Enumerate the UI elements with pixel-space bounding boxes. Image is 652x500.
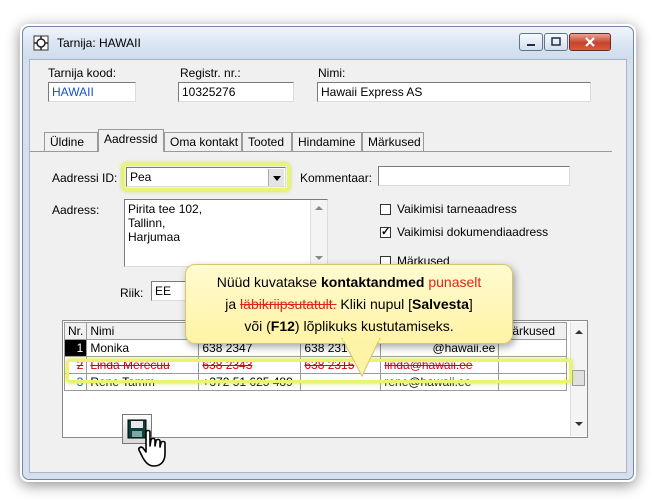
close-icon <box>585 37 595 47</box>
minimize-button[interactable] <box>519 33 543 51</box>
close-button[interactable] <box>569 33 611 51</box>
callout-text: ] <box>468 296 473 312</box>
address-id-combo[interactable]: Pea <box>126 167 286 187</box>
registry-number-field[interactable]: 10325276 <box>178 82 294 102</box>
supplier-code-field[interactable]: HAWAII <box>48 82 136 102</box>
tab-addresses[interactable]: Aadressid <box>98 129 164 152</box>
default-delivery-label: Vaikimisi tarneaadress <box>397 202 517 216</box>
scroll-down-icon[interactable] <box>575 422 583 426</box>
maximize-icon <box>551 37 561 46</box>
supplier-code-label: Tarnija kood: <box>48 66 117 80</box>
address-id-label: Aadressi ID: <box>52 171 118 185</box>
tab-own-contact[interactable]: Oma kontakt <box>164 132 242 151</box>
grid-scrollbar[interactable] <box>570 322 587 436</box>
scroll-down-icon[interactable] <box>315 256 323 260</box>
callout-bold-text: kontaktandmed <box>321 274 425 290</box>
scroll-thumb[interactable] <box>572 370 585 386</box>
minimize-icon <box>527 44 535 46</box>
address-line-2: Tallinn, <box>128 216 166 230</box>
callout-text: Kliki nupul [ <box>336 296 413 312</box>
default-delivery-checkbox[interactable] <box>380 204 391 215</box>
tab-rating[interactable]: Hindamine <box>292 132 362 151</box>
callout-line-3: või (F12) lõplikuks kustutamiseks. <box>186 315 512 337</box>
address-line-3: Harjumaa <box>128 230 181 244</box>
app-icon <box>33 35 49 51</box>
callout-red-text: punaselt <box>424 274 482 290</box>
window-title: Tarnija: HAWAII <box>57 36 141 50</box>
callout-text: ja <box>225 296 241 312</box>
default-document-label: Vaikimisi dokumendiaadress <box>397 225 549 239</box>
name-field[interactable]: Hawaii Express AS <box>317 82 591 102</box>
scroll-up-icon[interactable] <box>575 330 583 334</box>
tab-general[interactable]: Üldine <box>44 132 98 151</box>
address-id-value: Pea <box>130 170 152 184</box>
callout-strike-text: läbikriipsutatult. <box>240 296 337 312</box>
address-textarea[interactable]: Pirita tee 102, Tallinn, Harjumaa <box>124 199 328 267</box>
scrollbar[interactable] <box>310 200 327 266</box>
registry-number-label: Registr. nr.: <box>180 66 241 80</box>
name-label: Nimi: <box>318 66 346 80</box>
callout-tail <box>341 338 381 378</box>
callout-bold-text: Salvesta <box>412 296 469 312</box>
callout-text: ) lõplikuks kustutamiseks. <box>294 318 454 334</box>
column-header-nr[interactable]: Nr. <box>63 322 88 340</box>
comment-label: Kommentaar: <box>300 171 373 185</box>
row-nr-cell: 1 <box>63 339 88 357</box>
callout-bold-text: F12 <box>270 318 295 334</box>
deleted-row-highlight <box>66 359 572 383</box>
chevron-down-icon[interactable] <box>268 169 284 186</box>
callout-text: või ( <box>244 318 271 334</box>
default-document-checkbox[interactable]: ✓ <box>380 227 391 238</box>
address-label: Aadress: <box>52 203 100 217</box>
row-name-cell[interactable]: Monika <box>86 339 200 357</box>
scroll-up-icon[interactable] <box>315 206 323 210</box>
tab-notes[interactable]: Märkused <box>362 132 424 151</box>
country-label: Riik: <box>120 286 144 300</box>
comment-field[interactable] <box>378 166 570 186</box>
callout-text: Nüüd kuvatakse <box>216 274 321 290</box>
maximize-button[interactable] <box>544 33 568 51</box>
hand-pointer-icon <box>138 429 166 467</box>
address-line-1: Pirita tee 102, <box>128 202 203 216</box>
callout-line-2: ja läbikriipsutatult. Kliki nupul [Salve… <box>186 293 512 315</box>
callout-line-1: Nüüd kuvatakse kontaktandmed punaselt <box>186 271 512 293</box>
tab-products[interactable]: Tooted <box>242 132 292 151</box>
instruction-callout: Nüüd kuvatakse kontaktandmed punaselt ja… <box>185 264 513 344</box>
title-bar[interactable]: Tarnija: HAWAII <box>23 27 633 59</box>
column-header-name[interactable]: Nimi <box>86 322 200 340</box>
row-notes-cell[interactable] <box>498 339 568 357</box>
